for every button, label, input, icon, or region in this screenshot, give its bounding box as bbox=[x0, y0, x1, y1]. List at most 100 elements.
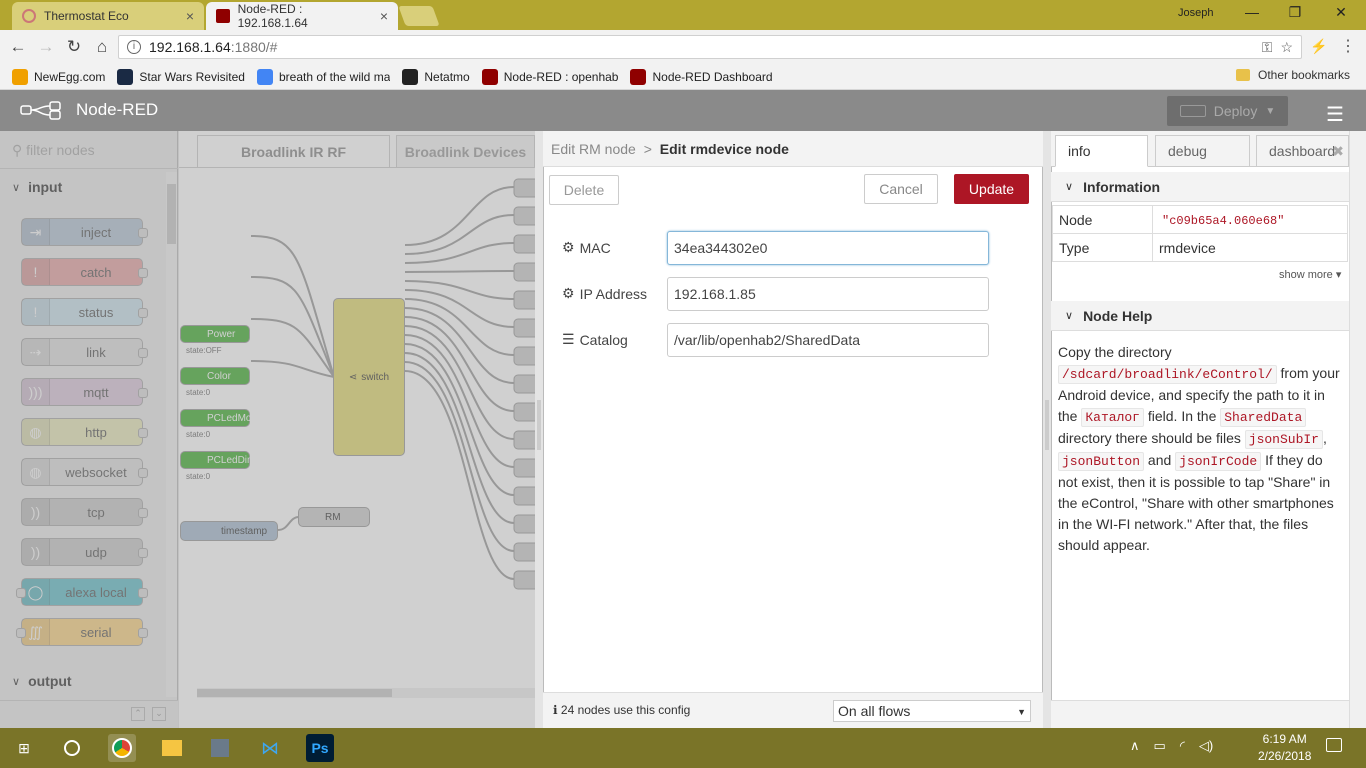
bookmark-item[interactable]: Node-RED Dashboard bbox=[630, 68, 773, 85]
reload-icon[interactable]: ↻ bbox=[60, 37, 88, 57]
notifications-icon[interactable] bbox=[1326, 738, 1342, 752]
file-explorer-icon[interactable] bbox=[158, 734, 186, 762]
tab-dashboard[interactable]: dashboard ✖ bbox=[1256, 135, 1349, 167]
mac-label-text: MAC bbox=[579, 239, 611, 256]
other-bookmarks[interactable]: Other bookmarks bbox=[1236, 68, 1350, 82]
tab-label: dashboard bbox=[1269, 143, 1336, 159]
bookmark-favicon-icon bbox=[630, 68, 647, 85]
help-code: jsonSubIr bbox=[1244, 430, 1323, 449]
help-text: and bbox=[1147, 452, 1172, 468]
page-scrollbar[interactable] bbox=[1349, 131, 1366, 728]
browser-tab-node-red[interactable]: Node-RED : 192.168.1.64 × bbox=[206, 2, 398, 30]
chrome-menu-icon[interactable]: ⋮ bbox=[1340, 36, 1356, 56]
extension-icon[interactable]: ⚡ bbox=[1310, 38, 1327, 55]
flow-scope-select[interactable]: On all flows ▼ bbox=[833, 700, 1031, 722]
breadcrumb-current: Edit rmdevice node bbox=[659, 141, 789, 157]
deploy-button[interactable]: Deploy ▼ bbox=[1167, 96, 1288, 126]
mac-input[interactable]: 34ea344302e0 bbox=[667, 231, 989, 265]
help-text: Copy the directory bbox=[1058, 344, 1172, 360]
bookmark-label: breath of the wild ma bbox=[278, 69, 391, 84]
ip-address-input[interactable]: 192.168.1.85 bbox=[667, 277, 989, 311]
battery-icon[interactable]: ▭ bbox=[1154, 738, 1166, 754]
close-icon[interactable]: ✖ bbox=[1332, 143, 1344, 160]
bookmark-label: Netatmo bbox=[424, 69, 470, 84]
bookmark-item[interactable]: Node-RED : openhab bbox=[481, 68, 618, 85]
information-header[interactable]: ∨ Information bbox=[1051, 172, 1349, 202]
browser-tab-thermostat[interactable]: Thermostat Eco × bbox=[12, 2, 204, 30]
other-bookmarks-label: Other bookmarks bbox=[1258, 68, 1351, 82]
info-circle-icon: ℹ bbox=[553, 703, 558, 717]
type-value: rmdevice bbox=[1152, 233, 1348, 262]
close-window-icon[interactable]: ✕ bbox=[1329, 4, 1353, 21]
home-icon[interactable]: ⌂ bbox=[88, 37, 116, 57]
resize-handle[interactable] bbox=[1045, 400, 1049, 450]
system-tray: ∧ ▭ ◜ ◁) bbox=[1130, 738, 1213, 754]
info-icon[interactable]: i bbox=[127, 40, 141, 54]
nodered-logo: Node-RED bbox=[20, 100, 158, 120]
maximize-icon[interactable]: ❐ bbox=[1283, 4, 1307, 21]
tab-info[interactable]: info bbox=[1055, 135, 1148, 167]
breadcrumb-parent[interactable]: Edit RM node bbox=[551, 141, 636, 157]
photoshop-icon[interactable]: Ps bbox=[306, 734, 334, 762]
update-button[interactable]: Update bbox=[954, 174, 1029, 204]
tab-label: info bbox=[1068, 143, 1091, 159]
node-help-title: Node Help bbox=[1083, 307, 1153, 324]
nodered-header bbox=[0, 90, 1366, 131]
config-usage-text: 24 nodes use this config bbox=[560, 703, 691, 717]
forward-icon[interactable]: → bbox=[32, 37, 60, 57]
vscode-icon[interactable]: ⋈ bbox=[256, 734, 284, 762]
key-icon[interactable]: ⚿ bbox=[1262, 39, 1273, 56]
tab-title: Node-RED : 192.168.1.64 bbox=[237, 2, 308, 30]
node-red-favicon-icon bbox=[216, 9, 230, 23]
bookmark-favicon-icon bbox=[481, 68, 498, 85]
bookmark-favicon-icon bbox=[12, 68, 28, 85]
volume-icon[interactable]: ◁) bbox=[1199, 738, 1213, 754]
resize-handle[interactable] bbox=[537, 400, 541, 450]
url-host: 192.168.1.64 bbox=[149, 39, 231, 55]
node-id-text: "c09b65a4.060e68" bbox=[1162, 214, 1285, 228]
node-red-logo-icon bbox=[20, 101, 61, 120]
node-help-header[interactable]: ∨ Node Help bbox=[1051, 301, 1349, 331]
new-tab-button[interactable] bbox=[398, 6, 440, 26]
cancel-button[interactable]: Cancel bbox=[864, 174, 938, 204]
mac-label: ⚙ MAC bbox=[562, 239, 611, 256]
breadcrumb: Edit RM node > Edit rmdevice node bbox=[543, 131, 1043, 167]
bookmark-label: NewEgg.com bbox=[34, 69, 106, 84]
delete-button[interactable]: Delete bbox=[549, 175, 619, 205]
star-icon[interactable]: ☆ bbox=[1280, 39, 1293, 56]
tab-debug[interactable]: debug bbox=[1155, 135, 1250, 167]
app-icon[interactable] bbox=[206, 734, 234, 762]
bookmarks-bar: NewEgg.com Star Wars Revisited breath of t… bbox=[0, 64, 1366, 90]
chrome-icon[interactable] bbox=[108, 734, 136, 762]
catalog-input[interactable]: /var/lib/openhab2/SharedData bbox=[667, 323, 989, 357]
bookmark-item[interactable]: breath of the wild ma bbox=[256, 68, 391, 85]
main-menu-icon[interactable]: ☰ bbox=[1326, 102, 1344, 127]
back-icon[interactable]: ← bbox=[4, 37, 32, 57]
clock[interactable]: 6:19 AM 2/26/2018 bbox=[1258, 731, 1311, 765]
close-tab-icon[interactable]: × bbox=[186, 8, 194, 24]
bookmark-label: Star Wars Revisited bbox=[139, 69, 245, 84]
url-bar[interactable]: i 192.168.1.64:1880/# ⚿ ☆ bbox=[118, 35, 1302, 59]
database-icon: ☰ bbox=[562, 331, 575, 347]
deploy-label: Deploy bbox=[1213, 103, 1258, 119]
chevron-up-icon[interactable]: ∧ bbox=[1130, 738, 1140, 754]
node-help-text: Copy the directory /sdcard/broadlink/eCo… bbox=[1058, 342, 1344, 556]
minimize-icon[interactable]: — bbox=[1240, 4, 1264, 20]
modal-overlay bbox=[0, 131, 535, 728]
bookmark-favicon-icon bbox=[256, 68, 273, 85]
bookmark-item[interactable]: Star Wars Revisited bbox=[117, 68, 245, 85]
bookmark-item[interactable]: NewEgg.com bbox=[12, 68, 106, 85]
browser-tab-bar bbox=[0, 0, 1366, 30]
chevron-down-icon: ∨ bbox=[1065, 181, 1074, 193]
cortana-icon[interactable] bbox=[58, 734, 86, 762]
windows-start-icon[interactable]: ⊞ bbox=[10, 734, 38, 762]
show-more-link[interactable]: show more ▾ bbox=[1279, 268, 1341, 281]
app-title: Node-RED bbox=[76, 100, 159, 119]
wifi-icon[interactable]: ◜ bbox=[1180, 738, 1185, 754]
thermostat-favicon-icon bbox=[22, 9, 36, 23]
profile-name[interactable]: Joseph bbox=[1178, 7, 1213, 19]
caret-down-icon[interactable]: ▼ bbox=[1265, 106, 1275, 117]
bookmark-item[interactable]: Netatmo bbox=[402, 68, 470, 85]
close-tab-icon[interactable]: × bbox=[380, 8, 388, 24]
table-row: Node "c09b65a4.060e68" bbox=[1052, 205, 1348, 234]
